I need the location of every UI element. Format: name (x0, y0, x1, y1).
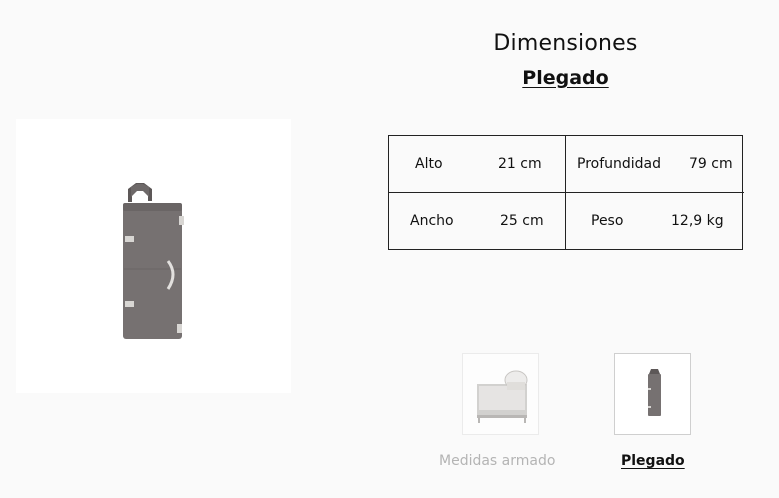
dimension-label: Peso (591, 213, 624, 229)
dimension-value: 79 cm (689, 156, 733, 172)
thumbnail-plegado[interactable] (614, 353, 691, 435)
dimension-label: Alto (415, 156, 443, 172)
dimension-value: 21 cm (498, 156, 542, 172)
product-image-folded (16, 119, 291, 393)
dimensions-table: Alto 21 cm Profundidad 79 cm Ancho 25 cm… (388, 135, 744, 250)
dimension-cell-peso: Peso 12,9 kg (566, 193, 744, 249)
dimension-label: Ancho (410, 213, 454, 229)
dimension-value: 25 cm (500, 213, 544, 229)
dimension-cell-ancho: Ancho 25 cm (389, 193, 566, 249)
dimension-label: Profundidad (577, 156, 662, 172)
thumbnail-label-armado[interactable]: Medidas armado (439, 453, 555, 469)
dimension-cell-profundidad: Profundidad 79 cm (566, 136, 744, 193)
thumbnail-armado[interactable] (462, 353, 539, 435)
thumbnail-label-plegado[interactable]: Plegado (621, 453, 685, 469)
section-title: Dimensiones (493, 31, 638, 56)
dimension-value: 12,9 kg (671, 213, 724, 229)
section-subtitle: Plegado (522, 67, 609, 89)
dimension-cell-alto: Alto 21 cm (389, 136, 566, 193)
